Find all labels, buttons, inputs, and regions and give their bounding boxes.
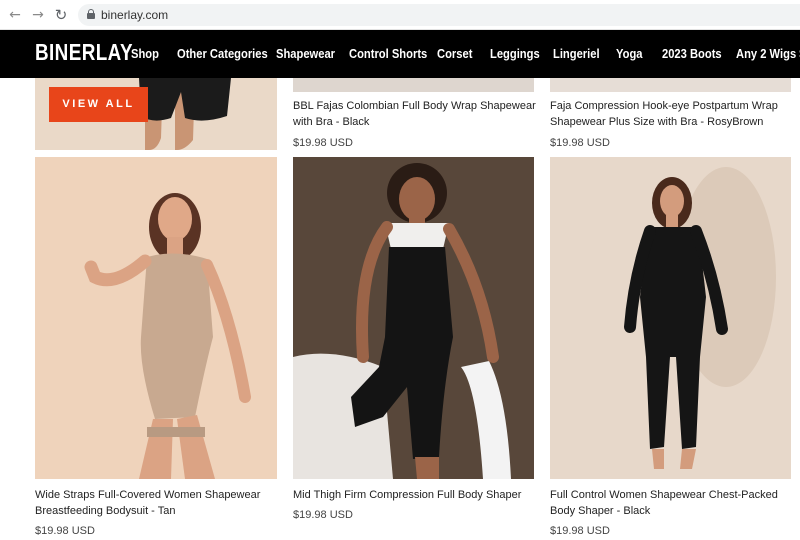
tan-bodysuit-model-graphic [35, 157, 277, 479]
url-text: binerlay.com [101, 8, 169, 22]
product-price-top-1: $19.98 USD [293, 137, 353, 149]
nav-item-yoga[interactable]: Yoga [616, 46, 643, 61]
product-image-2[interactable] [293, 157, 534, 479]
full-control-model-graphic [550, 157, 791, 479]
black-shaper-model-graphic [293, 157, 534, 479]
product-price-2: $19.98 USD [293, 509, 353, 521]
product-image-top-1[interactable] [293, 78, 534, 92]
reload-icon[interactable]: ↻ [52, 6, 70, 24]
product-image-3[interactable] [550, 157, 791, 479]
product-price-top-2: $19.98 USD [550, 137, 610, 149]
site-header: BINERLAY Shop Other Categories Shapewear… [0, 30, 800, 78]
lock-icon [87, 9, 95, 19]
nav-item-lingeriel[interactable]: Lingeriel [553, 46, 600, 61]
product-price-3: $19.98 USD [550, 525, 610, 537]
product-title-top-2[interactable]: Faja Compression Hook-eye Postpartum Wra… [550, 98, 795, 130]
nav-item-other-categories[interactable]: Other Categories [177, 46, 268, 61]
product-title-1[interactable]: Wide Straps Full-Covered Women Shapewear… [35, 487, 280, 519]
nav-item-shapewear[interactable]: Shapewear [276, 46, 335, 61]
browser-toolbar: ← → ↻ binerlay.com [0, 0, 800, 30]
product-price-1: $19.98 USD [35, 525, 95, 537]
forward-icon[interactable]: → [29, 6, 47, 24]
view-all-button[interactable]: VIEW ALL [49, 87, 148, 122]
back-icon[interactable]: ← [6, 6, 24, 24]
nav-item-2023-boots[interactable]: 2023 Boots [662, 46, 722, 61]
product-title-2[interactable]: Mid Thigh Firm Compression Full Body Sha… [293, 487, 538, 503]
product-title-top-1[interactable]: BBL Fajas Colombian Full Body Wrap Shape… [293, 98, 538, 130]
nav-item-any-2-wigs[interactable]: Any 2 Wigs $29 [736, 46, 800, 61]
site-logo[interactable]: BINERLAY [35, 39, 133, 66]
address-bar[interactable]: binerlay.com [78, 4, 800, 26]
nav-item-shop[interactable]: Shop [131, 46, 159, 61]
nav-item-leggings[interactable]: Leggings [490, 46, 540, 61]
nav-item-corset[interactable]: Corset [437, 46, 472, 61]
nav-item-control-shorts[interactable]: Control Shorts [349, 46, 427, 61]
product-title-3[interactable]: Full Control Women Shapewear Chest-Packe… [550, 487, 795, 519]
product-image-1[interactable] [35, 157, 277, 479]
product-image-top-2[interactable] [550, 78, 791, 92]
